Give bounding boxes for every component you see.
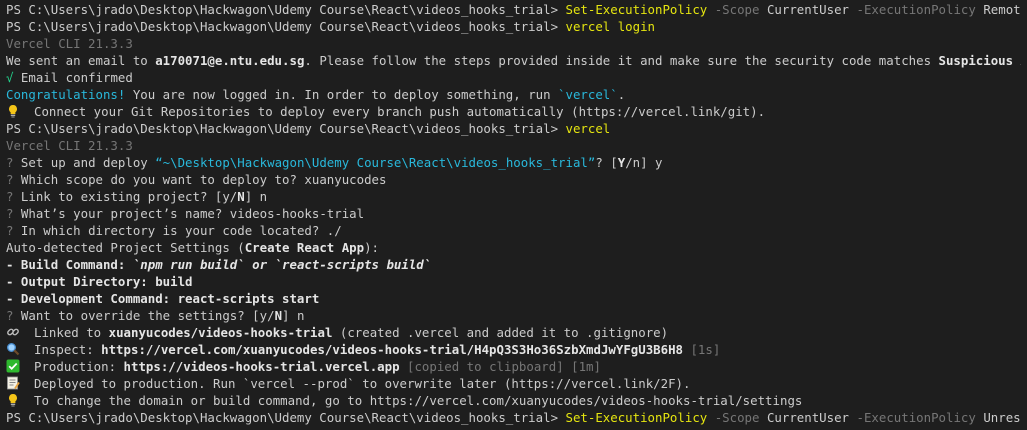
command-value: CurrentUser [766, 410, 850, 425]
text: ): [364, 240, 379, 255]
lightbulb-icon [9, 105, 17, 118]
command-flag: -Scope [714, 2, 760, 17]
prompt: PS C:\Users\jrado\Desktop\Hackwagon\Udem… [6, 2, 559, 17]
deployed-line: Deployed to production. Run `vercel --pr… [6, 375, 1021, 392]
email-confirmed: √ Email confirmed [6, 69, 1021, 86]
command-flag: -ExecutionPolicy [856, 410, 976, 425]
congrats-message: Congratulations! You are now logged in. … [6, 86, 1021, 103]
memo-icon [7, 376, 20, 390]
security-code: Suspicious Avocet [938, 53, 1022, 68]
elapsed-time: [1m] [563, 359, 601, 374]
cli-version: Vercel CLI 21.3.3 [6, 138, 133, 153]
command-name: vercel [565, 121, 611, 136]
command-name: Set-ExecutionPolicy [565, 2, 708, 17]
setting-label: - Output Directory: [6, 274, 156, 289]
setting-value: react-scripts start [177, 291, 320, 306]
check-box-icon [6, 359, 20, 373]
command-flag: -Scope [714, 410, 760, 425]
text: /n] y [625, 155, 663, 170]
text: ] n [244, 189, 268, 204]
prompt-line: PS C:\Users\jrado\Desktop\Hackwagon\Udem… [6, 120, 1021, 137]
project-path: “~\Desktop\Hackwagon\Udemy Course\React\… [155, 155, 596, 170]
command-value: Unrestricted [983, 410, 1021, 425]
text: Connect your Git Repositories to deploy … [34, 104, 766, 119]
question-line: ? What’s your project’s name? videos-hoo… [6, 205, 1021, 222]
text: You are now logged in. In order to deplo… [125, 87, 559, 102]
text: Auto-detected Project Settings ( [6, 240, 245, 255]
question-line: ? Want to override the settings? [y/N] n [6, 307, 1021, 324]
command-flag: -ExecutionPolicy [856, 2, 976, 17]
question-line: ? Link to existing project? [y/N] n [6, 188, 1021, 205]
inline-command: `vercel` [558, 87, 618, 102]
default-option: N [237, 189, 245, 204]
text: ] n [282, 308, 305, 323]
cli-version: Vercel CLI 21.3.3 [6, 36, 133, 51]
congrats-title: Congratulations! [6, 87, 126, 102]
text: We sent an email to [6, 53, 156, 68]
command-name: vercel login [565, 19, 656, 34]
text: Linked to [34, 325, 109, 340]
text: Link to existing project? [y/ [13, 189, 238, 204]
text: ? [ [595, 155, 618, 170]
build-command-setting: - Build Command: `npm run build` or `rea… [6, 256, 1021, 273]
clipboard-note: [copied to clipboard] [399, 359, 564, 374]
default-option: N [274, 308, 283, 323]
email-address: a170071@e.ntu.edu.sg [155, 53, 305, 68]
question-line: ? Set up and deploy “~\Desktop\Hackwagon… [6, 154, 1021, 171]
email-message: We sent an email to a170071@e.ntu.edu.sg… [6, 52, 1021, 69]
prompt-line-active[interactable]: PS C:\Users\jrado\Desktop\Hackwagon\Udem… [6, 409, 1021, 426]
project-name: xuanyucodes/videos-hooks-trial [108, 325, 333, 340]
command-name: Set-ExecutionPolicy [565, 410, 708, 425]
dev-command-setting: - Development Command: react-scripts sta… [6, 290, 1021, 307]
production-link[interactable]: https://videos-hooks-trial.vercel.app [124, 359, 400, 374]
text: Set up and deploy [13, 155, 156, 170]
prompt-line: PS C:\Users\jrado\Desktop\Hackwagon\Udem… [6, 1, 1021, 18]
setting-label: - Build Command: [6, 257, 133, 272]
inspect-line: Inspect: https://vercel.com/xuanyucodes/… [6, 341, 1021, 358]
prompt: PS C:\Users\jrado\Desktop\Hackwagon\Udem… [6, 121, 559, 136]
terminal-output[interactable]: PS C:\Users\jrado\Desktop\Hackwagon\Udem… [0, 0, 1027, 426]
setting-value: build [155, 274, 193, 289]
setting-value: `npm run build` or `react-scripts build` [132, 257, 432, 272]
magnifier-icon [7, 343, 20, 356]
production-line: Production: https://videos-hooks-trial.v… [6, 358, 1021, 375]
text: Deployed to production. Run `vercel --pr… [34, 376, 691, 391]
command-value: RemoteSigned [983, 2, 1021, 17]
lightbulb-icon [9, 394, 17, 407]
text: . Please follow the steps provided insid… [304, 53, 939, 68]
link-icon [7, 328, 19, 336]
text: Which scope do you want to deploy to? xu… [13, 172, 387, 187]
linked-line: Linked to xuanyucodes/videos-hooks-trial… [6, 324, 1021, 341]
output-directory-setting: - Output Directory: build [6, 273, 1021, 290]
question-line: ? Which scope do you want to deploy to? … [6, 171, 1021, 188]
tip-line: To change the domain or build command, g… [6, 392, 1021, 409]
text: In which directory is your code located?… [13, 223, 342, 238]
prompt: PS C:\Users\jrado\Desktop\Hackwagon\Udem… [6, 19, 559, 34]
prompt-line: PS C:\Users\jrado\Desktop\Hackwagon\Udem… [6, 18, 1021, 35]
elapsed-time: [1s] [683, 342, 721, 357]
command-value: CurrentUser [766, 2, 850, 17]
text: To change the domain or build command, g… [34, 393, 803, 408]
text: Inspect: [34, 342, 102, 357]
setting-label: - Development Command: [6, 291, 178, 306]
text: Production: [34, 359, 124, 374]
text: . [617, 87, 626, 102]
text: (created .vercel and added it to .gitign… [332, 325, 669, 340]
prompt: PS C:\Users\jrado\Desktop\Hackwagon\Udem… [6, 410, 559, 425]
text: Email confirmed [13, 70, 133, 85]
text: What’s your project’s name? videos-hooks… [13, 206, 365, 221]
inspect-link[interactable]: https://vercel.com/xuanyucodes/videos-ho… [101, 342, 683, 357]
question-line: ? In which directory is your code locate… [6, 222, 1021, 239]
auto-detected-line: Auto-detected Project Settings (Create R… [6, 239, 1021, 256]
text: Want to override the settings? [y/ [13, 308, 275, 323]
framework-name: Create React App [244, 240, 365, 255]
tip-line: Connect your Git Repositories to deploy … [6, 103, 1021, 120]
